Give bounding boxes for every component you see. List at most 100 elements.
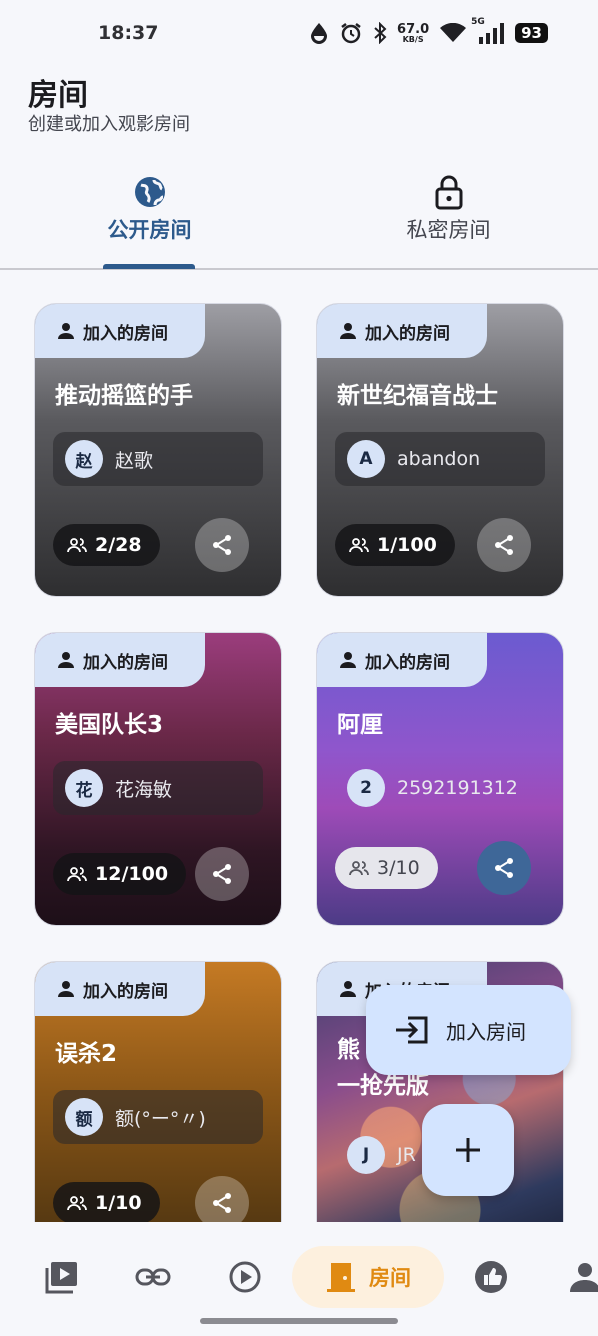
owner-name: 额(°ー°〃) — [115, 1107, 206, 1130]
member-count: 1/10 — [53, 1182, 160, 1222]
net-speed-value: 67.0 — [397, 21, 430, 37]
alarm-icon — [339, 21, 363, 45]
owner-name: 赵歌 — [115, 449, 154, 472]
room-name: 美国队长3 — [55, 712, 164, 738]
member-count-value: 2/28 — [95, 534, 142, 556]
link-icon — [135, 1268, 171, 1286]
status-icons: 67.0 KB/S 5G 93 — [309, 17, 548, 48]
person-icon — [570, 1263, 598, 1292]
member-count-value: 12/100 — [95, 863, 169, 885]
avatar: A — [347, 440, 385, 478]
group-icon — [349, 538, 369, 553]
home-indicator — [200, 1318, 398, 1324]
share-button[interactable] — [195, 847, 249, 901]
joined-room-tag: 加入的房间 — [317, 304, 487, 358]
share-button[interactable] — [195, 1176, 249, 1222]
room-card[interactable]: 加入的房间 美国队长3 花 花海敏 12/100 — [34, 632, 282, 926]
nav-item-link[interactable] — [128, 1246, 178, 1308]
owner-name: 花海敏 — [115, 778, 173, 801]
joined-room-tag: 加入的房间 — [35, 304, 205, 358]
joined-room-tag: 加入的房间 — [317, 633, 487, 687]
join-room-button[interactable]: 加入房间 — [366, 985, 571, 1075]
nav-item-rooms[interactable]: 房间 — [292, 1246, 444, 1308]
join-room-label: 加入房间 — [446, 1019, 526, 1044]
room-owner: 花 花海敏 — [53, 761, 263, 815]
group-icon — [67, 867, 87, 882]
avatar: 2 — [347, 769, 385, 807]
person-icon — [340, 323, 356, 339]
bluetooth-icon — [373, 22, 387, 44]
member-count: 3/10 — [335, 847, 438, 889]
signal-icon: 5G — [471, 17, 505, 45]
battery-level: 93 — [515, 23, 548, 43]
share-icon — [213, 864, 231, 884]
joined-room-label: 加入的房间 — [83, 981, 168, 1002]
status-time: 18:37 — [98, 22, 159, 44]
room-owner: 赵 赵歌 — [53, 432, 263, 486]
group-icon — [67, 538, 87, 553]
play-circle-icon — [229, 1261, 261, 1293]
avatar: 额 — [65, 1098, 103, 1136]
room-name: 阿厘 — [337, 712, 383, 738]
wifi-icon — [439, 23, 467, 43]
page-subtitle: 创建或加入观影房间 — [28, 114, 190, 135]
lock-icon — [434, 174, 464, 210]
tab-private-rooms[interactable]: 私密房间 — [299, 160, 598, 268]
person-icon — [58, 981, 74, 997]
person-icon — [58, 323, 74, 339]
nav-item-profile[interactable] — [560, 1246, 598, 1308]
member-count: 2/28 — [53, 524, 160, 566]
group-icon — [349, 861, 369, 876]
nav-label-rooms: 房间 — [369, 1266, 411, 1290]
group-icon — [67, 1196, 87, 1211]
nav-item-play[interactable] — [220, 1246, 270, 1308]
share-button[interactable] — [477, 841, 531, 895]
room-tabs: 公开房间 私密房间 — [0, 160, 598, 270]
room-name: 推动摇篮的手 — [55, 383, 193, 409]
room-name: 新世纪福音战士 — [337, 383, 498, 409]
avatar: J — [347, 1136, 385, 1174]
share-icon — [495, 535, 513, 555]
person-icon — [340, 652, 356, 668]
joined-room-label: 加入的房间 — [365, 652, 450, 673]
joined-room-label: 加入的房间 — [83, 652, 168, 673]
room-card[interactable]: 加入的房间 推动摇篮的手 赵 赵歌 2/28 — [34, 303, 282, 597]
page-title: 房间 — [28, 78, 88, 113]
share-button[interactable] — [477, 518, 531, 572]
member-count-value: 3/10 — [377, 857, 420, 879]
room-card[interactable]: 加入的房间 误杀2 额 额(°ー°〃) 1/10 — [34, 961, 282, 1222]
room-owner: A abandon — [335, 432, 545, 486]
room-grid: 加入的房间 推动摇篮的手 赵 赵歌 2/28 加入的房间 新世纪福音战士 A a… — [0, 272, 598, 1222]
tab-label: 公开房间 — [107, 218, 192, 242]
joined-room-tag: 加入的房间 — [35, 962, 205, 1016]
network-type: 5G — [471, 17, 485, 27]
login-icon — [396, 1016, 428, 1044]
create-room-button[interactable] — [422, 1104, 514, 1196]
thumb-up-icon — [475, 1261, 507, 1293]
nav-item-library[interactable] — [36, 1246, 86, 1308]
tab-public-rooms[interactable]: 公开房间 — [0, 160, 299, 268]
share-button[interactable] — [195, 518, 249, 572]
video-library-icon — [45, 1262, 77, 1294]
room-card[interactable]: 加入的房间 新世纪福音战士 A abandon 1/100 — [316, 303, 564, 597]
room-name: 误杀2 — [55, 1041, 118, 1067]
person-icon — [58, 652, 74, 668]
member-count: 12/100 — [53, 853, 187, 895]
plus-icon — [456, 1138, 480, 1162]
avatar: 花 — [65, 769, 103, 807]
person-icon — [340, 981, 356, 997]
door-icon — [327, 1263, 355, 1292]
member-count-value: 1/100 — [377, 534, 437, 556]
room-card[interactable]: 加入的房间 阿厘 2 2592191312 3/10 — [316, 632, 564, 926]
share-icon — [495, 858, 513, 878]
globe-icon — [133, 174, 167, 210]
net-speed-unit: KB/S — [402, 34, 424, 44]
avatar: 赵 — [65, 440, 103, 478]
joined-room-label: 加入的房间 — [365, 323, 450, 344]
water-drop-icon — [309, 22, 329, 44]
joined-room-label: 加入的房间 — [83, 323, 168, 344]
net-speed: 67.0 KB/S — [397, 23, 429, 44]
nav-item-likes[interactable] — [466, 1246, 516, 1308]
status-bar: 18:37 67.0 KB/S 5G 93 — [0, 0, 598, 66]
owner-name: abandon — [397, 448, 481, 470]
